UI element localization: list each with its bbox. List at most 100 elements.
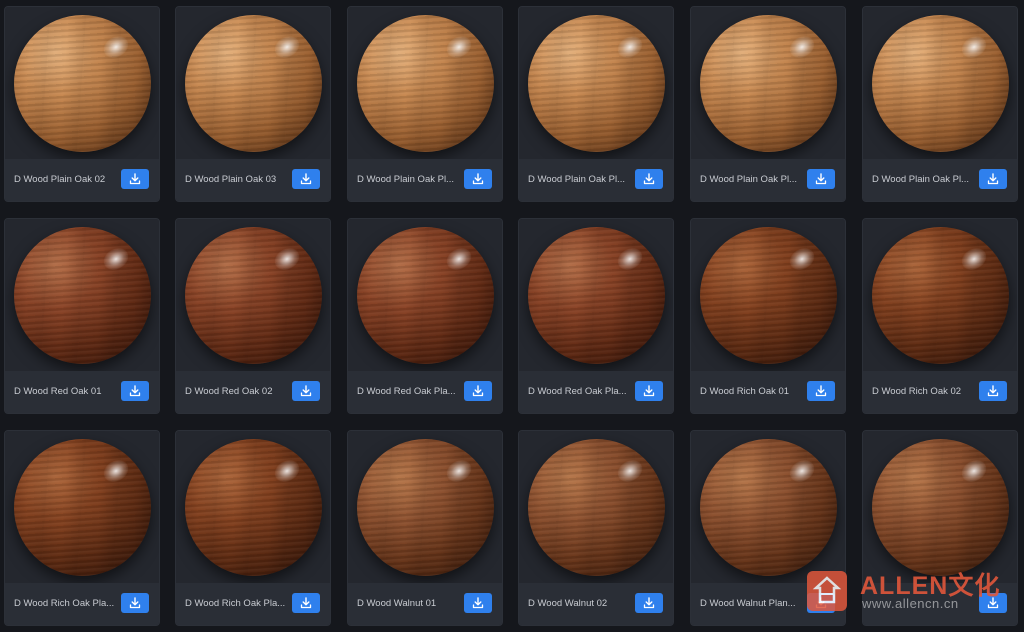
material-thumbnail[interactable] [863,431,1017,583]
material-card-footer: D Wood Plain Oak Pl... [863,159,1017,201]
material-card[interactable]: D Wood Plain Oak Pl... [862,6,1018,202]
material-card-footer: D Wood Plain Oak Pl... [519,159,673,201]
download-icon [815,173,827,185]
download-button[interactable] [121,169,149,189]
material-card[interactable]: D Wood Rich Oak 01 [690,218,846,414]
material-card[interactable]: D Wood Red Oak Pla... [518,218,674,414]
download-button[interactable] [979,381,1007,401]
material-thumbnail[interactable] [176,431,330,583]
download-button[interactable] [464,593,492,613]
download-icon [987,385,999,397]
material-thumbnail[interactable] [348,431,502,583]
material-name: D Wood Plain Oak 03 [185,174,277,185]
material-thumbnail[interactable] [519,7,673,159]
download-button[interactable] [464,381,492,401]
material-preview-sphere [357,15,494,152]
material-thumbnail[interactable] [863,219,1017,371]
material-card-footer: D Wood Rich Oak Pla... [176,583,330,625]
material-preview-sphere [700,227,837,364]
download-button[interactable] [464,169,492,189]
material-preview-sphere [14,227,151,364]
material-card-footer: D Wood Rich Oak 02 [863,371,1017,413]
material-card[interactable]: D Wood Plain Oak 02 [4,6,160,202]
material-thumbnail[interactable] [176,7,330,159]
download-button[interactable] [121,593,149,613]
material-card[interactable]: D Wood Red Oak 02 [175,218,331,414]
material-card[interactable]: D Wood Red Oak Pla... [347,218,503,414]
download-button[interactable] [807,381,835,401]
material-card-footer: D Wood Red Oak Pla... [348,371,502,413]
material-preview-sphere [528,227,665,364]
watermark-url: www.allencn.cn [862,596,959,611]
material-preview-sphere [185,439,322,576]
material-preview-sphere [357,439,494,576]
material-thumbnail[interactable] [348,219,502,371]
material-card[interactable]: D Wood Rich Oak Pla... [4,430,160,626]
download-icon [300,173,312,185]
material-name: D Wood Plain Oak Pl... [357,174,454,185]
material-thumbnail[interactable] [691,431,845,583]
material-name: D Wood Rich Oak Pla... [185,598,286,609]
download-icon [129,597,141,609]
material-thumbnail[interactable] [519,219,673,371]
material-card-footer: D Wood Plain Oak Pl... [348,159,502,201]
download-button[interactable] [979,169,1007,189]
download-icon [300,597,312,609]
material-name: D Wood Rich Oak 01 [700,386,790,397]
material-card[interactable]: D Wood Plain Oak Pl... [518,6,674,202]
download-icon [472,173,484,185]
material-card[interactable]: D Wood Plain Oak 03 [175,6,331,202]
material-card[interactable]: D Wood Rich Oak Pla... [175,430,331,626]
download-button[interactable] [292,593,320,613]
material-name: D Wood Rich Oak Pla... [14,598,115,609]
watermark-logo-icon [807,571,847,611]
download-button[interactable] [635,593,663,613]
download-icon [987,173,999,185]
download-button[interactable] [635,169,663,189]
material-card-footer: D Wood Red Oak 01 [5,371,159,413]
material-card[interactable]: D Wood Red Oak 01 [4,218,160,414]
download-icon [129,173,141,185]
material-card[interactable]: D Wood Plain Oak Pl... [347,6,503,202]
download-button[interactable] [807,169,835,189]
material-thumbnail[interactable] [691,7,845,159]
material-preview-sphere [872,15,1009,152]
download-button[interactable] [635,381,663,401]
material-card[interactable]: D Wood Rich Oak 02 [862,218,1018,414]
material-thumbnail[interactable] [519,431,673,583]
download-button[interactable] [292,381,320,401]
material-preview-sphere [14,439,151,576]
material-preview-sphere [185,227,322,364]
material-card[interactable]: D Wood Walnut 01 [347,430,503,626]
material-name: D Wood Red Oak 01 [14,386,102,397]
download-button[interactable] [292,169,320,189]
material-name: D Wood Plain Oak Pl... [528,174,625,185]
material-card[interactable]: D Wood Walnut 02 [518,430,674,626]
material-preview-sphere [14,15,151,152]
download-icon [643,597,655,609]
material-thumbnail[interactable] [5,219,159,371]
material-preview-sphere [700,15,837,152]
material-name: D Wood Walnut 02 [528,598,608,609]
material-preview-sphere [528,439,665,576]
download-icon [643,173,655,185]
material-card-footer: D Wood Walnut 02 [519,583,673,625]
material-thumbnail[interactable] [863,7,1017,159]
material-thumbnail[interactable] [5,431,159,583]
download-button[interactable] [121,381,149,401]
material-card-footer: D Wood Rich Oak 01 [691,371,845,413]
material-name: D Wood Plain Oak Pl... [872,174,969,185]
material-preview-sphere [872,227,1009,364]
material-name: D Wood Red Oak 02 [185,386,273,397]
material-card[interactable]: D Wood Plain Oak Pl... [690,6,846,202]
material-card-footer: D Wood Rich Oak Pla... [5,583,159,625]
download-icon [472,385,484,397]
material-thumbnail[interactable] [5,7,159,159]
material-thumbnail[interactable] [691,219,845,371]
material-thumbnail[interactable] [348,7,502,159]
watermark: ALLEN文化 www.allencn.cn [804,566,1014,618]
download-icon [129,385,141,397]
material-name: D Wood Plain Oak Pl... [700,174,797,185]
material-thumbnail[interactable] [176,219,330,371]
material-preview-sphere [185,15,322,152]
